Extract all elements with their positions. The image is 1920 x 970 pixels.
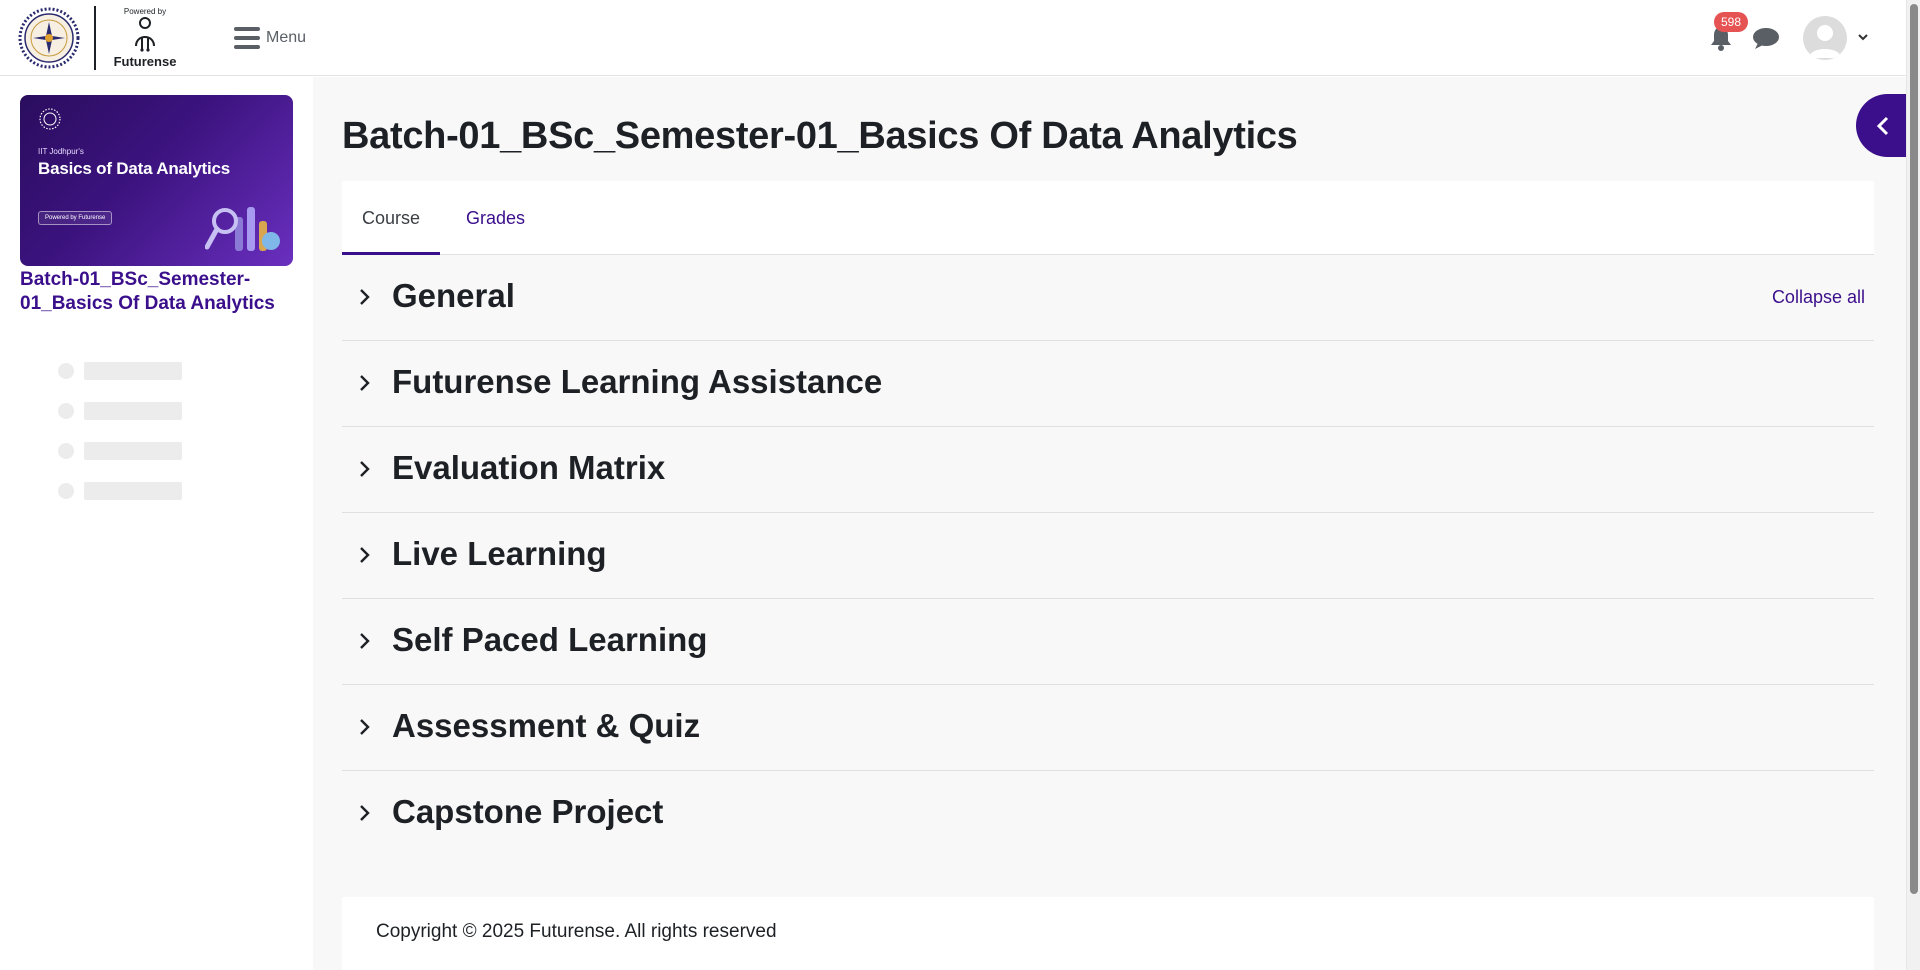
course-index-sidebar: IIT Jodhpur's Basics of Data Analytics P… [0,77,313,970]
chevron-right-icon[interactable] [358,630,372,652]
analytics-chart-illustration-icon [205,207,280,251]
course-banner-image[interactable]: IIT Jodhpur's Basics of Data Analytics P… [20,95,293,266]
course-tabs: Course Grades [342,181,1874,255]
page-title: Batch-01_BSc_Semester-01_Basics Of Data … [342,115,1298,157]
course-section[interactable]: Self Paced Learning [342,599,1874,685]
skeleton-placeholder-row [58,481,182,501]
futurense-figure-icon [135,16,155,52]
menu-label: Menu [266,28,307,46]
section-title[interactable]: Evaluation Matrix [392,449,665,487]
sidebar-course-title-link[interactable]: Batch-01_BSc_Semester-01_Basics Of Data … [20,268,300,316]
brand-logo[interactable]: Powered by Futurense [0,0,180,76]
main-content: Batch-01_BSc_Semester-01_Basics Of Data … [313,77,1906,970]
chevron-left-icon [1876,116,1889,136]
section-title[interactable]: Futurense Learning Assistance [392,363,882,401]
futurense-logo: Powered by Futurense [110,7,180,69]
section-title[interactable]: Live Learning [392,535,607,573]
course-section[interactable]: Evaluation Matrix [342,427,1874,513]
course-section[interactable]: Live Learning [342,513,1874,599]
tab-course[interactable]: Course [342,181,441,255]
powered-by-label: Powered by [123,6,167,16]
course-card-powered-pill: Powered by Futurense [38,211,113,225]
course-section[interactable]: Capstone Project [342,771,1874,857]
notification-count-badge: 598 [1714,12,1749,32]
chevron-right-icon[interactable] [358,458,372,480]
futurense-brand-name: Futurense [113,53,177,69]
course-sections-list: General Collapse all Futurense Learning … [342,255,1874,857]
scrollbar-thumb[interactable] [1910,4,1918,894]
menu-button[interactable]: Menu [234,26,307,49]
hamburger-icon [234,26,260,49]
brand-divider [94,5,96,70]
section-title[interactable]: Assessment & Quiz [392,707,700,745]
iit-jodhpur-seal-icon [18,7,80,68]
chevron-right-icon[interactable] [358,286,372,308]
user-silhouette-icon [1809,25,1841,58]
course-section[interactable]: Futurense Learning Assistance [342,341,1874,427]
chevron-right-icon[interactable] [358,802,372,824]
page-footer: Copyright © 2025 Futurense. All rights r… [342,897,1874,970]
course-section[interactable]: Assessment & Quiz [342,685,1874,771]
tab-grades[interactable]: Grades [446,181,545,255]
section-title[interactable]: Capstone Project [392,793,663,831]
page-scrollbar[interactable] [1906,0,1920,970]
chat-bubble-icon[interactable] [1752,26,1780,50]
chevron-right-icon[interactable] [358,544,372,566]
course-card-subtitle: IIT Jodhpur's [38,147,84,156]
skeleton-placeholder-row [58,361,182,381]
collapse-all-link[interactable]: Collapse all [1772,287,1865,308]
chevron-right-icon[interactable] [358,372,372,394]
section-title[interactable]: Self Paced Learning [392,621,707,659]
chevron-down-icon[interactable] [1856,30,1870,44]
section-title[interactable]: General [392,277,515,315]
open-block-drawer-button[interactable] [1856,94,1910,157]
user-avatar[interactable] [1803,16,1847,60]
chevron-right-icon[interactable] [358,716,372,738]
course-section[interactable]: General Collapse all [342,255,1874,341]
top-navbar: Powered by Futurense Menu [0,0,1906,76]
course-card-title: Basics of Data Analytics [38,159,231,178]
skeleton-placeholder-row [58,441,182,461]
skeleton-placeholder-row [58,401,182,421]
copyright-text: Copyright © 2025 Futurense. All rights r… [376,921,777,942]
seal-icon [39,108,61,130]
